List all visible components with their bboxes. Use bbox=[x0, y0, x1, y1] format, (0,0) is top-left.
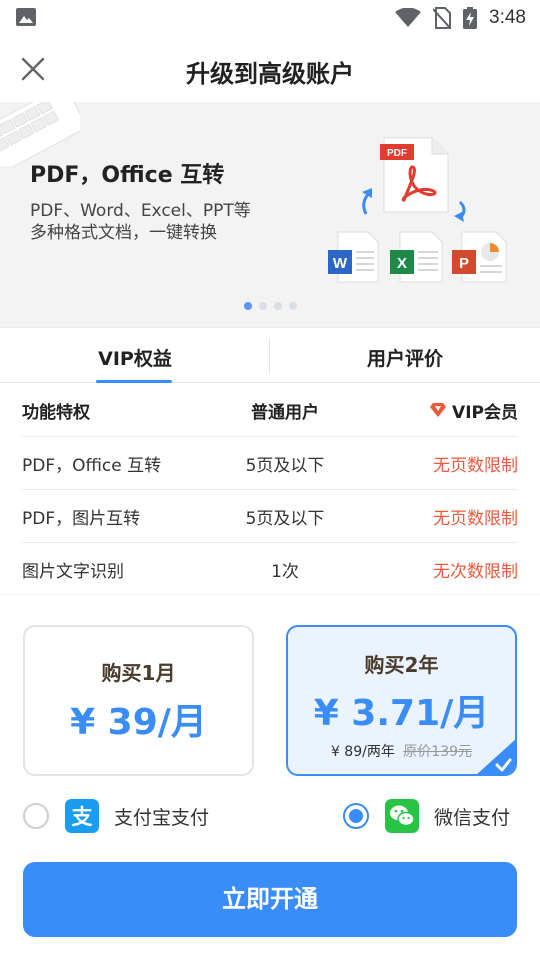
carousel-dot[interactable] bbox=[258, 302, 267, 310]
payment-option-alipay[interactable]: 支 支付宝支付 bbox=[23, 796, 209, 836]
word-badge-text: W bbox=[333, 255, 348, 272]
excel-badge-text: X bbox=[397, 255, 407, 272]
plan-label: 购买2年 bbox=[364, 653, 439, 677]
tab-user-reviews[interactable]: 用户评价 bbox=[270, 328, 540, 382]
feature-cell: PDF，图片互转 bbox=[22, 508, 141, 529]
payment-label: 支付宝支付 bbox=[114, 806, 210, 829]
status-time: 3:48 bbox=[489, 7, 526, 28]
feature-cell: 图片文字识别 bbox=[22, 562, 124, 582]
image-icon bbox=[16, 8, 36, 26]
banner-subtitle-line-1: PDF、Word、Excel、PPT等 bbox=[30, 201, 251, 221]
feature-cell: PDF，Office 互转 bbox=[22, 455, 162, 476]
carousel-indicator bbox=[0, 302, 540, 310]
excel-file-icon: X bbox=[390, 231, 443, 283]
plan-label: 购买1月 bbox=[101, 661, 176, 685]
plan-price: ¥ 39/月 bbox=[70, 702, 207, 743]
activate-now-button[interactable]: 立即开通 bbox=[23, 862, 517, 937]
section-divider bbox=[0, 594, 540, 595]
vip-header-label: VIP会员 bbox=[452, 402, 518, 423]
payment-label: 微信支付 bbox=[434, 806, 511, 829]
no-sim-icon bbox=[433, 7, 452, 29]
promo-banner[interactable]: PDF，Office 互转 PDF、Word、Excel、PPT等 多种格式文档… bbox=[0, 102, 540, 327]
payment-option-wechat[interactable]: 微信支付 bbox=[343, 796, 510, 836]
table-row: PDF，Office 互转 5页及以下 无页数限制 bbox=[22, 437, 518, 490]
table-header-row: 功能特权 普通用户 VIP会员 bbox=[22, 384, 518, 437]
page-title: 升级到高级账户 bbox=[186, 60, 354, 88]
tab-label: 用户评价 bbox=[366, 348, 443, 370]
plan-original-price: 原价139元 bbox=[403, 744, 473, 760]
table-row: 图片文字识别 1次 无次数限制 bbox=[22, 543, 518, 596]
banner-title: PDF，Office 互转 bbox=[30, 163, 225, 188]
app-header: 升级到高级账户 bbox=[0, 36, 540, 102]
plan-card-2-year[interactable]: 购买2年 ¥ 3.71/月 ¥ 89/两年 原价139元 bbox=[286, 625, 517, 776]
status-bar: 3:48 bbox=[0, 0, 540, 36]
column-header-feature: 功能特权 bbox=[22, 402, 90, 423]
plan-card-1-month[interactable]: 购买1月 ¥ 39/月 bbox=[23, 625, 254, 776]
ppt-badge-text: P bbox=[459, 255, 469, 272]
pdf-file-icon: PDF bbox=[380, 137, 449, 213]
selected-check-icon bbox=[477, 739, 515, 774]
tab-vip-benefits[interactable]: VIP权益 bbox=[0, 328, 270, 383]
carousel-dot[interactable] bbox=[273, 302, 282, 310]
plan-price: ¥ 3.71/月 bbox=[313, 693, 490, 734]
ppt-file-icon: P bbox=[452, 231, 507, 283]
vip-cell: 无次数限制 bbox=[433, 562, 518, 582]
active-tab-indicator bbox=[96, 380, 172, 383]
wechat-icon bbox=[385, 799, 419, 833]
alipay-radio[interactable] bbox=[23, 803, 49, 829]
tab-label: VIP权益 bbox=[98, 348, 172, 370]
normal-user-cell: 5页及以下 bbox=[245, 455, 325, 476]
file-conversion-illustration: PDF W X P bbox=[328, 137, 507, 283]
normal-user-cell: 1次 bbox=[271, 562, 299, 582]
column-header-vip: VIP会员 bbox=[378, 398, 518, 423]
plan-total-price: ¥ 89/两年 bbox=[330, 744, 395, 760]
pdf-badge-text: PDF bbox=[387, 148, 407, 159]
alipay-icon-glyph: 支 bbox=[72, 805, 94, 829]
column-header-normal: 普通用户 bbox=[251, 402, 319, 423]
diamond-icon bbox=[430, 403, 447, 417]
battery-charging-icon bbox=[463, 7, 478, 29]
wifi-icon bbox=[395, 8, 422, 27]
normal-user-cell: 5页及以下 bbox=[245, 508, 325, 529]
banner-subtitle-line-2: 多种格式文档，一键转换 bbox=[30, 223, 217, 243]
carousel-dot[interactable] bbox=[243, 302, 252, 310]
wechat-radio[interactable] bbox=[343, 803, 369, 829]
alipay-icon: 支 bbox=[65, 799, 99, 833]
word-file-icon: W bbox=[328, 231, 379, 283]
vip-cell: 无页数限制 bbox=[433, 508, 518, 529]
banner-subtitle: PDF、Word、Excel、PPT等 多种格式文档，一键转换 bbox=[30, 200, 251, 244]
carousel-dot[interactable] bbox=[288, 302, 297, 310]
tab-bar: VIP权益 用户评价 bbox=[0, 327, 540, 383]
feature-comparison-table: 功能特权 普通用户 VIP会员 PDF，Office 互转 5页及以下 无页数限… bbox=[22, 384, 518, 596]
vip-cell: 无页数限制 bbox=[433, 455, 518, 476]
table-row: PDF，图片互转 5页及以下 无页数限制 bbox=[22, 490, 518, 543]
